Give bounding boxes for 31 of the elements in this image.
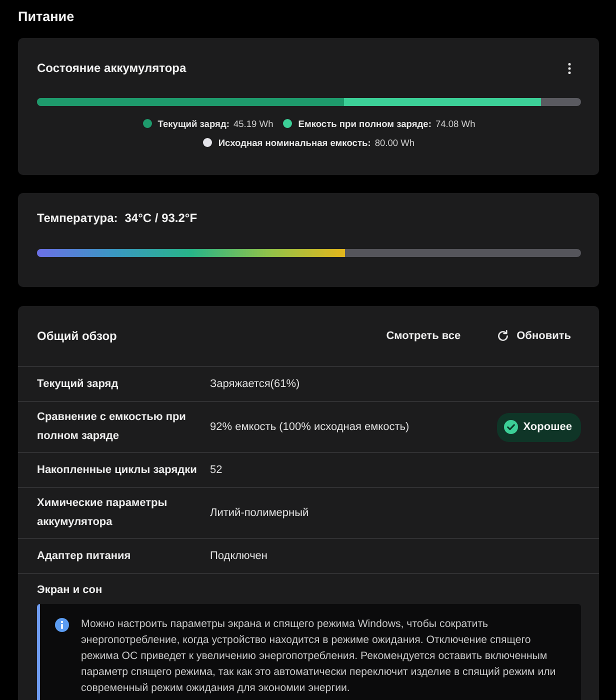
row-value: 92% емкость (100% исходная емкость) <box>210 420 410 434</box>
legend-value: 45.19 Wh <box>233 118 274 128</box>
legend-label: Исходная номинальная емкость: <box>218 138 371 148</box>
row-value: Литий-полимерный <box>210 506 310 520</box>
row-label: Адаптер питания <box>37 548 132 564</box>
info-icon <box>55 618 69 632</box>
legend-label: Емкость при полном заряде: <box>298 118 432 128</box>
row-value: 52 <box>210 462 224 478</box>
refresh-icon <box>496 330 509 342</box>
row-label: Накопленные циклы зарядки <box>37 462 198 478</box>
more-options-button[interactable] <box>568 62 571 74</box>
row-value: Подключен <box>210 548 268 564</box>
section-title: Экран и сон <box>37 583 102 598</box>
refresh-button[interactable]: Обновить <box>486 326 581 346</box>
legend-value: 80.00 Wh <box>374 138 415 148</box>
check-circle-icon <box>504 420 518 434</box>
legend-value: 74.08 Wh <box>435 118 476 128</box>
battery-status-title: Состояние аккумулятора <box>37 60 186 77</box>
status-label: Хорошее <box>523 420 572 434</box>
overview-title: Общий обзор <box>37 328 117 345</box>
legend-label: Текущий заряд: <box>158 118 230 128</box>
row-label: Текущий заряд <box>37 376 120 392</box>
more-icon <box>568 62 571 74</box>
page-title: Питание <box>18 8 74 26</box>
row-label: Сравнение с емкостью при полном заряде <box>37 410 187 444</box>
temperature-value: 34°C / 93.2°F <box>124 210 198 227</box>
view-all-button[interactable]: Смотреть все <box>376 326 471 346</box>
row-label: Химические параметры аккумулятора <box>37 496 168 530</box>
row-value: Заряжается(61%) <box>210 376 301 392</box>
info-text: Можно настроить параметры экрана и спящего режима Windows, чтобы сократить энергопотребление, когда устройство находится в режиме ожидания. Отключение спящего режима ОС приведет к увеличению энергопотребления. Рекомендуется оставить включенным параметр спящего режима, так как это автоматически переключит изделие в спящий режим или современный режим ожидания для экономии энергии. <box>81 617 557 696</box>
temperature-label: Температура: <box>37 210 118 227</box>
